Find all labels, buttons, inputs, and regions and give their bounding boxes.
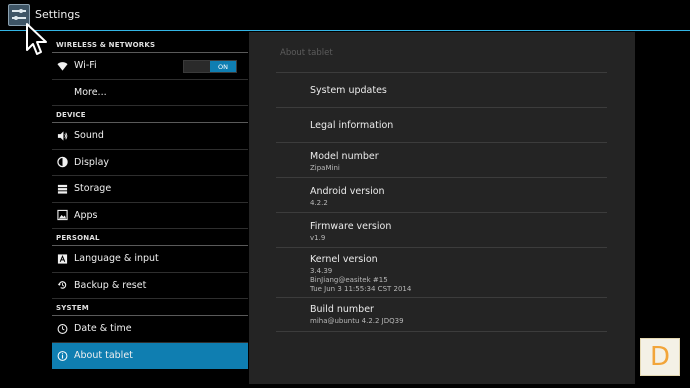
sidebar-item-label: Backup & reset (74, 279, 147, 291)
sidebar-item-label: Sound (74, 130, 104, 142)
row-title: System updates (310, 85, 387, 96)
sidebar-item-label: Language & input (74, 253, 159, 265)
mouse-cursor-icon (26, 23, 47, 55)
legal-information-row[interactable]: Legal information (276, 107, 607, 142)
storage-icon (57, 184, 68, 194)
row-value: BinJiang@easitek #15 (310, 276, 388, 284)
sidebar-item-display[interactable]: Display (52, 150, 248, 176)
kernel-version-row[interactable]: Kernel version 3.4.39 BinJiang@easitek #… (276, 247, 607, 297)
sidebar-item-backup[interactable]: Backup & reset (52, 273, 248, 299)
about-tablet-panel: About tablet System updates Legal inform… (249, 32, 635, 384)
build-number-row[interactable]: Build number miha@ubuntu 4.2.2 JDQ39 (276, 297, 607, 332)
firmware-version-row[interactable]: Firmware version v1.9 (276, 212, 607, 247)
sidebar-item-label: Wi-Fi (74, 60, 97, 72)
row-value: 3.4.39 (310, 267, 333, 275)
sidebar-item-label: About tablet (74, 350, 133, 362)
section-header-system: SYSTEM (52, 299, 248, 316)
sidebar-item-date-time[interactable]: Date & time (52, 316, 248, 343)
row-value: ZipaMini (310, 164, 340, 172)
sidebar-item-language[interactable]: Language & input (52, 246, 248, 273)
row-title: Firmware version (310, 221, 392, 232)
row-value: 4.2.2 (310, 199, 328, 207)
section-header-wireless: WIRELESS & NETWORKS (52, 36, 248, 53)
apps-icon (57, 210, 68, 221)
wifi-icon (57, 61, 68, 71)
row-title: Kernel version (310, 254, 378, 265)
section-header-personal: PERSONAL (52, 229, 248, 246)
sidebar-item-storage[interactable]: Storage (52, 176, 248, 203)
app-title: Settings (35, 8, 81, 21)
sidebar-item-label: Date & time (74, 323, 132, 335)
model-number-row[interactable]: Model number ZipaMini (276, 142, 607, 177)
wifi-toggle[interactable]: ON (183, 60, 237, 73)
row-value: v1.9 (310, 234, 326, 242)
sidebar-item-label: Apps (74, 209, 98, 221)
clock-icon (57, 323, 68, 334)
wifi-toggle-state: ON (210, 61, 236, 72)
row-title: Android version (310, 186, 385, 197)
brightness-icon (57, 157, 68, 168)
action-bar: Settings (0, 0, 690, 31)
settings-sidebar: WIRELESS & NETWORKS Wi-Fi ON More... DEV… (52, 36, 248, 388)
system-updates-row[interactable]: System updates (276, 72, 607, 107)
backup-icon (57, 281, 67, 289)
watermark-logo: D (640, 338, 680, 376)
info-icon (57, 350, 68, 361)
sidebar-item-wifi[interactable]: Wi-Fi ON (52, 53, 248, 80)
keyboard-icon (57, 254, 68, 264)
row-title: Legal information (310, 120, 394, 131)
row-title: Build number (310, 304, 374, 315)
android-version-row[interactable]: Android version 4.2.2 (276, 177, 607, 212)
section-header-device: DEVICE (52, 106, 248, 123)
row-title: Model number (310, 151, 379, 162)
row-value: miha@ubuntu 4.2.2 JDQ39 (310, 317, 404, 325)
sidebar-item-apps[interactable]: Apps (52, 203, 248, 229)
volume-icon (57, 131, 68, 141)
panel-title: About tablet (280, 48, 333, 58)
sidebar-item-label: Display (74, 156, 110, 168)
sidebar-item-more[interactable]: More... (52, 80, 248, 106)
sidebar-item-about-tablet[interactable]: About tablet (52, 342, 248, 369)
sidebar-item-label: Storage (74, 183, 112, 195)
sidebar-item-label: More... (74, 86, 107, 98)
row-value: Tue Jun 3 11:55:34 CST 2014 (310, 285, 412, 293)
sidebar-item-sound[interactable]: Sound (52, 123, 248, 150)
